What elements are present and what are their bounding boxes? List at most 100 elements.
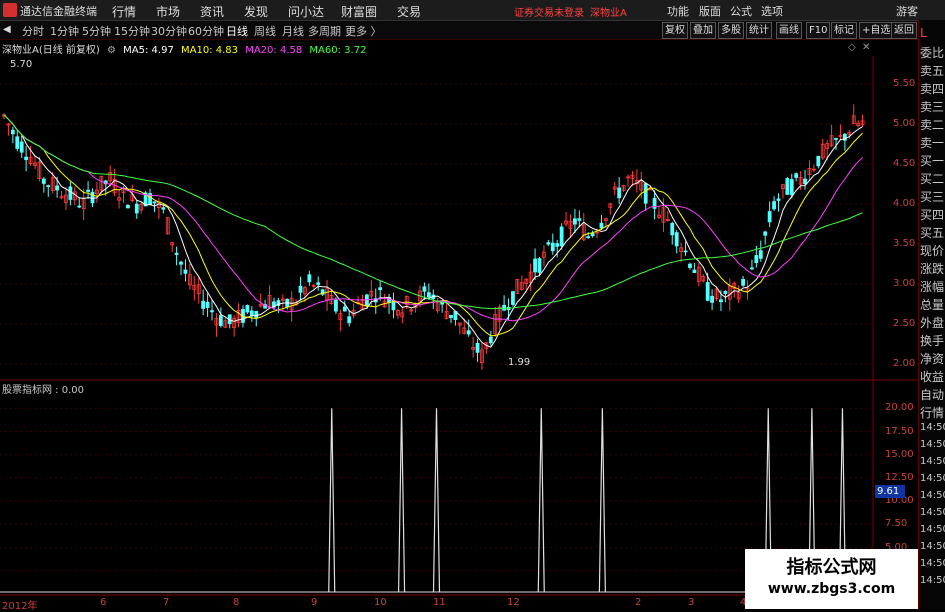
period-daily[interactable]: 日线 [226, 23, 248, 39]
side-panel-item[interactable]: 卖二 [920, 116, 945, 133]
menu-quotes[interactable]: 行情 [112, 3, 136, 20]
menu-formula[interactable]: 公式 [730, 3, 752, 19]
side-panel-item[interactable]: 买四 [920, 206, 945, 223]
candle-body [426, 292, 431, 298]
candle-body [599, 222, 604, 229]
period-60min[interactable]: 60分钟 [188, 23, 224, 39]
menu-functions[interactable]: 功能 [667, 3, 689, 19]
side-panel-item[interactable]: 卖五 [920, 62, 945, 79]
settings-icon[interactable]: ⚙ [107, 45, 116, 56]
side-panel-item[interactable]: 自动 [920, 386, 945, 403]
kline-chart[interactable] [0, 56, 918, 596]
period-more[interactable]: 更多 〉 [345, 23, 382, 39]
candle-body [586, 236, 591, 239]
candle-body [555, 243, 560, 247]
back-arrow-icon[interactable]: ◀ [3, 24, 11, 35]
side-panel-item[interactable]: 14:50 [920, 490, 945, 501]
period-15min[interactable]: 15分钟 [114, 23, 150, 39]
side-panel-item[interactable]: 买五 [920, 224, 945, 241]
candle-body [803, 178, 807, 185]
indicator-title: 股票指标网 : 0.00 [2, 385, 84, 396]
menu-news[interactable]: 资讯 [200, 3, 224, 20]
login-status[interactable]: 证券交易未登录 [514, 4, 584, 19]
candle-body [754, 255, 759, 263]
candle-body [316, 282, 321, 285]
side-panel-item[interactable]: 卖一 [920, 134, 945, 151]
overlay-button[interactable]: 叠加 [690, 22, 716, 39]
side-panel-item[interactable]: 14:50 [920, 473, 945, 484]
menu-discover[interactable]: 发现 [244, 3, 268, 20]
side-panel-item[interactable]: 买二 [920, 170, 945, 187]
candle-body [161, 207, 166, 210]
indicator-spike [432, 408, 441, 593]
candle-body [719, 299, 723, 303]
side-panel-item[interactable]: 买一 [920, 152, 945, 169]
period-30min[interactable]: 30分钟 [151, 23, 187, 39]
candle-body [789, 179, 794, 196]
draw-button[interactable]: 画线 [776, 22, 802, 39]
ma60-label: MA60: 3.72 [309, 45, 367, 56]
menu-options[interactable]: 选项 [761, 3, 783, 19]
candle-body [15, 136, 20, 149]
side-panel-item[interactable]: 卖四 [920, 80, 945, 97]
mark-button[interactable]: 标记 [831, 22, 857, 39]
adjust-button[interactable]: 复权 [662, 22, 688, 39]
side-panel-item[interactable]: 收益 [920, 368, 945, 385]
side-panel-item[interactable]: 卖三 [920, 98, 945, 115]
candle-body [643, 183, 648, 204]
period-tick[interactable]: 分时 [22, 23, 44, 39]
menu-trade[interactable]: 交易 [397, 3, 421, 20]
side-panel-item[interactable]: 总量 [920, 296, 945, 313]
side-panel-item[interactable]: 行情 [920, 404, 945, 421]
side-panel-item[interactable]: 14:50 [920, 439, 945, 450]
period-1min[interactable]: 1分钟 [50, 23, 79, 39]
candle-body [24, 156, 29, 161]
period-weekly[interactable]: 周线 [254, 23, 276, 39]
candle-body [134, 203, 139, 214]
x-tick: 2012年 [2, 601, 38, 612]
indicator-spike [328, 408, 336, 593]
period-toolbar: ◀ 分时 1分钟 5分钟 15分钟 30分钟 60分钟 日线 周线 月线 多周期… [0, 21, 918, 40]
multi-stock-button[interactable]: 多股 [718, 22, 744, 39]
y-tick: 12.50 [885, 471, 914, 483]
period-multi[interactable]: 多周期 [308, 23, 341, 39]
side-panel-item[interactable]: 14:50 [920, 558, 945, 569]
menu-layout[interactable]: 版面 [699, 3, 721, 19]
menu-ask[interactable]: 问小达 [288, 3, 324, 20]
add-watchlist-button[interactable]: +自选 [859, 22, 894, 39]
side-panel-item[interactable]: 14:50 [920, 575, 945, 586]
f10-button[interactable]: F10 [806, 22, 831, 39]
side-panel-item[interactable]: 14:50 [920, 507, 945, 518]
return-button[interactable]: 返回 [891, 22, 917, 39]
y-tick: 17.50 [885, 425, 914, 437]
side-panel-item[interactable]: 现价 [920, 242, 945, 259]
side-panel-item[interactable]: 14:50 [920, 456, 945, 467]
app-name: 通达信金融终端 [20, 5, 97, 18]
side-panel-item[interactable]: 14:50 [920, 524, 945, 535]
menu-market[interactable]: 市场 [156, 3, 180, 20]
candle-body [511, 291, 515, 305]
side-panel-item[interactable]: 买三 [920, 188, 945, 205]
side-panel-item[interactable]: 外盘 [920, 314, 945, 331]
period-5min[interactable]: 5分钟 [82, 23, 111, 39]
watermark-title: 指标公式网 [786, 557, 877, 578]
diamond-icon[interactable]: ◇ [848, 42, 856, 53]
candle-body [378, 287, 383, 291]
side-panel-item[interactable]: 委比 [920, 44, 945, 61]
close-chart-icon[interactable]: ✕ [862, 42, 870, 53]
period-monthly[interactable]: 月线 [282, 23, 304, 39]
side-panel-item[interactable]: 14:50 [920, 541, 945, 552]
side-panel-item[interactable]: 涨跌 [920, 260, 945, 277]
side-panel-item[interactable]: 14:50 [920, 422, 945, 433]
side-panel-item[interactable]: L [920, 26, 945, 40]
quote-side-panel[interactable]: L 委比 卖五 卖四 卖三 卖二 卖一 买一 买二 买三 买四 买五 现价 涨跌 涨幅 总量 外盘 换手 净资 收益自… [918, 20, 945, 609]
candle-body [46, 185, 51, 188]
side-panel-item[interactable]: 涨幅 [920, 278, 945, 295]
current-stock: 深物业A [590, 8, 627, 19]
menu-wealth[interactable]: 财富圈 [341, 3, 377, 20]
side-panel-item[interactable]: 换手 [920, 332, 945, 349]
candle-body [475, 342, 480, 353]
menu-guest[interactable]: 游客 [896, 3, 918, 19]
stats-button[interactable]: 统计 [746, 22, 772, 39]
side-panel-item[interactable]: 净资 [920, 350, 945, 367]
